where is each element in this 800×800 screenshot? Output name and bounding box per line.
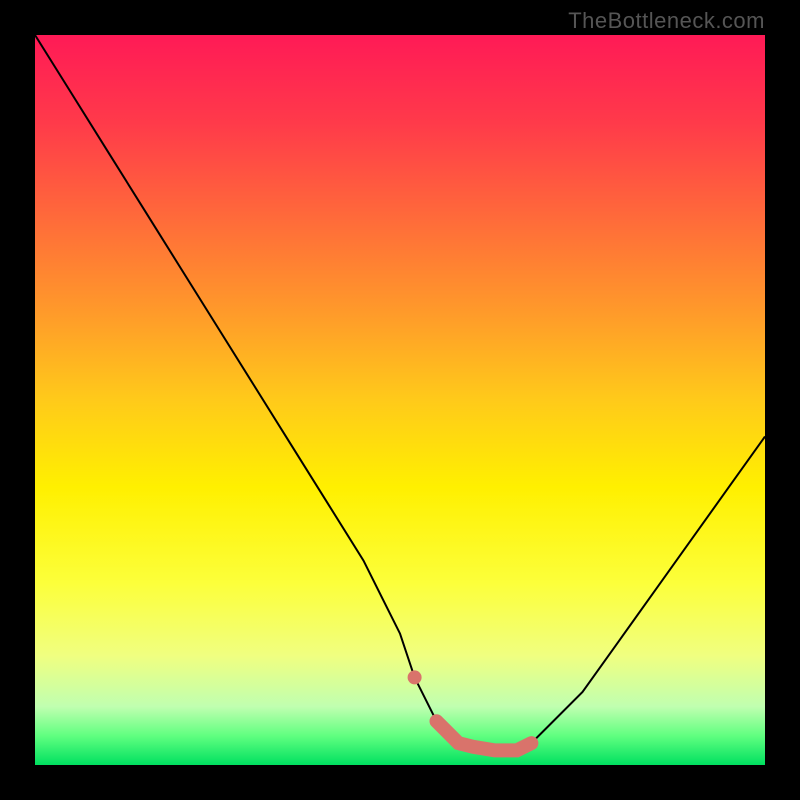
watermark-text: TheBottleneck.com — [568, 8, 765, 34]
chart-container: TheBottleneck.com — [0, 0, 800, 800]
optimal-range-highlight — [437, 721, 532, 750]
bottleneck-curve-line — [35, 35, 765, 750]
curve-marker-dot — [408, 670, 422, 684]
chart-svg — [35, 35, 765, 765]
